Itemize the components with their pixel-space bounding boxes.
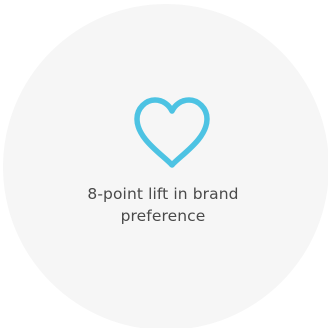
stat-caption-line-2: preference bbox=[120, 207, 206, 225]
stat-card: 8-point lift in brand preference bbox=[0, 0, 328, 328]
heart-outline-icon bbox=[134, 97, 210, 168]
stat-caption-line-1: 8-point lift in brand bbox=[87, 185, 239, 203]
stat-caption: 8-point lift in brand preference bbox=[40, 183, 286, 227]
